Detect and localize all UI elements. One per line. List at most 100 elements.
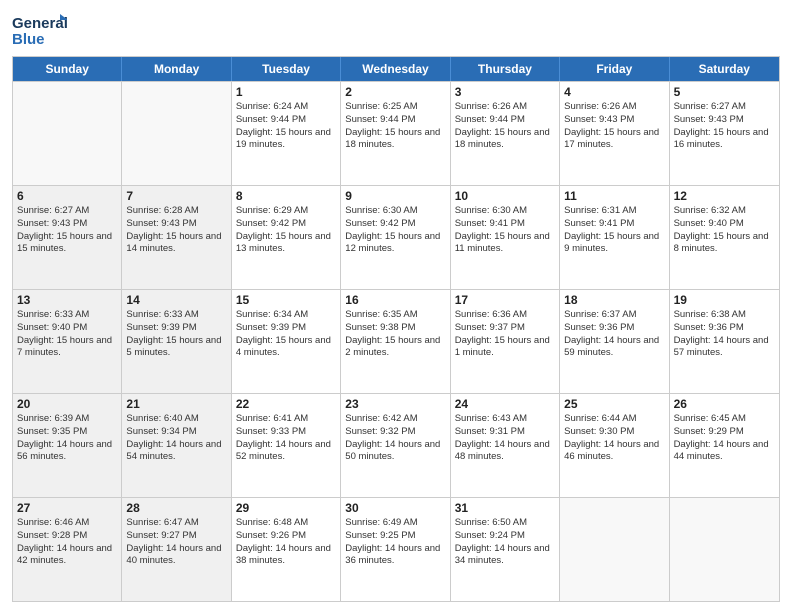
calendar-cell: 7 Sunrise: 6:28 AM Sunset: 9:43 PM Dayli… [122,186,231,289]
logo: General Blue [12,10,67,50]
header: General Blue [12,10,780,50]
calendar-cell: 9 Sunrise: 6:30 AM Sunset: 9:42 PM Dayli… [341,186,450,289]
sunrise-text: Sunrise: 6:24 AM [236,101,336,114]
calendar-cell: 3 Sunrise: 6:26 AM Sunset: 9:44 PM Dayli… [451,82,560,185]
day-number: 28 [126,501,226,515]
calendar-cell: 18 Sunrise: 6:37 AM Sunset: 9:36 PM Dayl… [560,290,669,393]
day-number: 19 [674,293,775,307]
day-number: 25 [564,397,664,411]
calendar-cell: 30 Sunrise: 6:49 AM Sunset: 9:25 PM Dayl… [341,498,450,601]
sunrise-text: Sunrise: 6:26 AM [564,101,664,114]
header-saturday: Saturday [670,57,779,81]
sunset-text: Sunset: 9:42 PM [236,218,336,231]
calendar-cell [560,498,669,601]
calendar-cell: 17 Sunrise: 6:36 AM Sunset: 9:37 PM Dayl… [451,290,560,393]
day-number: 2 [345,85,445,99]
daylight-text: Daylight: 15 hours and 18 minutes. [345,127,445,153]
daylight-text: Daylight: 15 hours and 12 minutes. [345,231,445,257]
calendar-cell: 20 Sunrise: 6:39 AM Sunset: 9:35 PM Dayl… [13,394,122,497]
calendar-cell: 19 Sunrise: 6:38 AM Sunset: 9:36 PM Dayl… [670,290,779,393]
calendar-cell: 8 Sunrise: 6:29 AM Sunset: 9:42 PM Dayli… [232,186,341,289]
sunset-text: Sunset: 9:25 PM [345,530,445,543]
sunrise-text: Sunrise: 6:43 AM [455,413,555,426]
daylight-text: Daylight: 14 hours and 54 minutes. [126,439,226,465]
calendar-cell: 15 Sunrise: 6:34 AM Sunset: 9:39 PM Dayl… [232,290,341,393]
sunrise-text: Sunrise: 6:38 AM [674,309,775,322]
calendar-cell: 12 Sunrise: 6:32 AM Sunset: 9:40 PM Dayl… [670,186,779,289]
calendar-cell: 28 Sunrise: 6:47 AM Sunset: 9:27 PM Dayl… [122,498,231,601]
calendar-cell: 25 Sunrise: 6:44 AM Sunset: 9:30 PM Dayl… [560,394,669,497]
calendar-cell: 6 Sunrise: 6:27 AM Sunset: 9:43 PM Dayli… [13,186,122,289]
header-thursday: Thursday [451,57,560,81]
daylight-text: Daylight: 15 hours and 16 minutes. [674,127,775,153]
daylight-text: Daylight: 15 hours and 18 minutes. [455,127,555,153]
day-number: 24 [455,397,555,411]
calendar-cell [670,498,779,601]
sunset-text: Sunset: 9:39 PM [236,322,336,335]
calendar-cell: 11 Sunrise: 6:31 AM Sunset: 9:41 PM Dayl… [560,186,669,289]
day-number: 13 [17,293,117,307]
calendar-cell [122,82,231,185]
daylight-text: Daylight: 14 hours and 52 minutes. [236,439,336,465]
calendar-cell: 1 Sunrise: 6:24 AM Sunset: 9:44 PM Dayli… [232,82,341,185]
sunrise-text: Sunrise: 6:28 AM [126,205,226,218]
daylight-text: Daylight: 14 hours and 40 minutes. [126,543,226,569]
daylight-text: Daylight: 15 hours and 15 minutes. [17,231,117,257]
day-number: 26 [674,397,775,411]
calendar-cell: 21 Sunrise: 6:40 AM Sunset: 9:34 PM Dayl… [122,394,231,497]
sunset-text: Sunset: 9:39 PM [126,322,226,335]
sunrise-text: Sunrise: 6:45 AM [674,413,775,426]
daylight-text: Daylight: 14 hours and 56 minutes. [17,439,117,465]
sunrise-text: Sunrise: 6:26 AM [455,101,555,114]
day-number: 23 [345,397,445,411]
day-number: 27 [17,501,117,515]
sunrise-text: Sunrise: 6:49 AM [345,517,445,530]
day-number: 31 [455,501,555,515]
sunset-text: Sunset: 9:40 PM [674,218,775,231]
sunset-text: Sunset: 9:44 PM [236,114,336,127]
daylight-text: Daylight: 14 hours and 44 minutes. [674,439,775,465]
sunset-text: Sunset: 9:41 PM [564,218,664,231]
calendar-cell: 31 Sunrise: 6:50 AM Sunset: 9:24 PM Dayl… [451,498,560,601]
header-friday: Friday [560,57,669,81]
day-number: 4 [564,85,664,99]
sunset-text: Sunset: 9:29 PM [674,426,775,439]
day-number: 12 [674,189,775,203]
daylight-text: Daylight: 14 hours and 38 minutes. [236,543,336,569]
daylight-text: Daylight: 14 hours and 48 minutes. [455,439,555,465]
sunrise-text: Sunrise: 6:27 AM [17,205,117,218]
svg-text:General: General [12,15,67,32]
sunset-text: Sunset: 9:41 PM [455,218,555,231]
sunset-text: Sunset: 9:43 PM [564,114,664,127]
day-number: 5 [674,85,775,99]
day-number: 30 [345,501,445,515]
sunrise-text: Sunrise: 6:33 AM [126,309,226,322]
sunrise-text: Sunrise: 6:42 AM [345,413,445,426]
daylight-text: Daylight: 15 hours and 7 minutes. [17,335,117,361]
sunrise-text: Sunrise: 6:30 AM [345,205,445,218]
daylight-text: Daylight: 14 hours and 59 minutes. [564,335,664,361]
week-row-4: 20 Sunrise: 6:39 AM Sunset: 9:35 PM Dayl… [13,393,779,497]
calendar-cell: 27 Sunrise: 6:46 AM Sunset: 9:28 PM Dayl… [13,498,122,601]
daylight-text: Daylight: 14 hours and 57 minutes. [674,335,775,361]
calendar: SundayMondayTuesdayWednesdayThursdayFrid… [12,56,780,602]
sunrise-text: Sunrise: 6:34 AM [236,309,336,322]
sunset-text: Sunset: 9:27 PM [126,530,226,543]
sunrise-text: Sunrise: 6:40 AM [126,413,226,426]
sunrise-text: Sunrise: 6:37 AM [564,309,664,322]
calendar-body: 1 Sunrise: 6:24 AM Sunset: 9:44 PM Dayli… [13,81,779,601]
page: General Blue SundayMondayTuesdayWednesda… [0,0,792,612]
sunrise-text: Sunrise: 6:33 AM [17,309,117,322]
calendar-cell: 29 Sunrise: 6:48 AM Sunset: 9:26 PM Dayl… [232,498,341,601]
day-number: 9 [345,189,445,203]
day-number: 15 [236,293,336,307]
logo-svg: General Blue [12,10,67,50]
sunrise-text: Sunrise: 6:29 AM [236,205,336,218]
sunset-text: Sunset: 9:44 PM [455,114,555,127]
daylight-text: Daylight: 15 hours and 17 minutes. [564,127,664,153]
calendar-cell: 10 Sunrise: 6:30 AM Sunset: 9:41 PM Dayl… [451,186,560,289]
sunset-text: Sunset: 9:34 PM [126,426,226,439]
day-number: 20 [17,397,117,411]
day-number: 6 [17,189,117,203]
sunrise-text: Sunrise: 6:41 AM [236,413,336,426]
